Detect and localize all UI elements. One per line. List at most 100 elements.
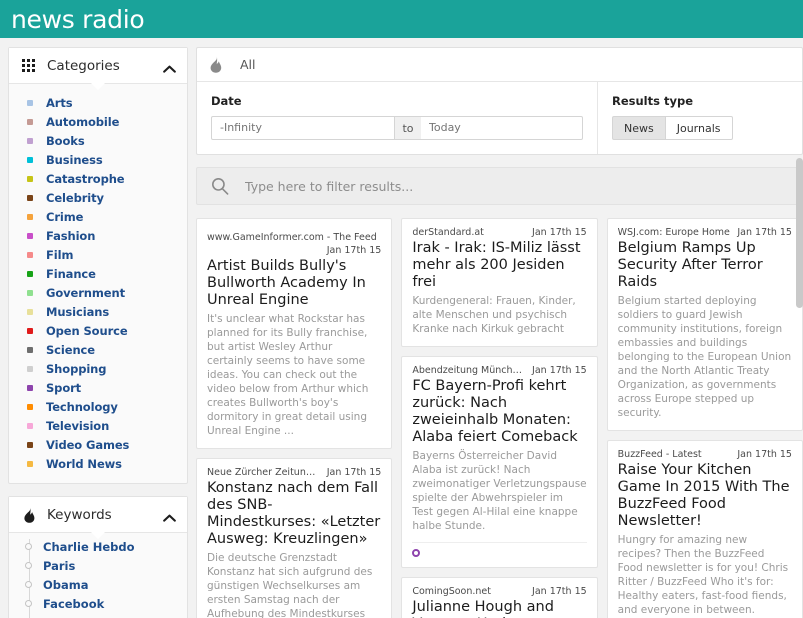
result-card-meta: derStandard.atJan 17th 15 [412,227,586,238]
app-brand[interactable]: news radio [11,7,144,32]
keyword-item[interactable]: Boko Haram [9,613,187,618]
category-item[interactable]: Television [9,416,187,435]
category-label: Automobile [46,115,119,129]
result-card-title[interactable]: Julianne Hough and Vanessa Hudgens to St… [412,599,586,618]
category-item[interactable]: Arts [9,93,187,112]
result-card[interactable]: derStandard.atJan 17th 15 Irak - Irak: IS… [401,218,597,347]
category-color-dot [27,252,33,258]
keywords-panel-header[interactable]: Keywords [9,497,187,533]
category-item[interactable]: Film [9,245,187,264]
result-card-title[interactable]: Konstanz nach dem Fall des SNB-Mindestku… [207,480,381,548]
result-card-category-tag[interactable] [412,549,420,557]
filter-scope-row[interactable]: All [197,48,802,82]
result-card[interactable]: Neue Zürcher Zeitung - StartseiteJan 17t… [196,458,392,618]
keyword-item[interactable]: Charlie Hebdo [9,537,187,556]
sidebar: Categories Arts Automobile Books BusinessCa… [0,38,196,618]
page-scrollbar-thumb[interactable] [796,158,803,308]
category-color-dot [27,442,33,448]
app-root: news radio Categories [0,0,803,618]
category-color-dot [27,423,33,429]
category-item[interactable]: Celebrity [9,188,187,207]
results-type-news-button[interactable]: News [612,116,666,140]
results-type-filter: Results type News Journals [598,82,802,154]
keyword-bullet-icon [25,562,32,569]
result-card-title[interactable]: FC Bayern-Profi kehrt zurück: Nach zweie… [412,378,586,446]
filter-scope-label: All [240,57,256,72]
keywords-panel: Keywords Charlie HebdoParis Obama Facebook… [8,496,188,618]
category-color-dot [27,309,33,315]
category-label: Books [46,134,85,148]
category-color-dot [27,176,33,182]
date-from-input[interactable] [211,116,395,140]
keyword-item[interactable]: Paris [9,556,187,575]
category-label: Television [46,419,109,433]
result-card-title[interactable]: Irak - Irak: IS-Miliz lässt mehr als 200… [412,240,586,291]
category-label: Open Source [46,324,128,338]
date-to-input[interactable] [421,116,583,140]
category-item[interactable]: Sport [9,378,187,397]
result-card[interactable]: Abendzeitung München - NewsJan 17th 15FC… [401,356,597,568]
category-item[interactable]: Finance [9,264,187,283]
result-card-title[interactable]: Artist Builds Bully's Bullworth Academy … [207,258,381,309]
category-item[interactable]: Shopping [9,359,187,378]
keyword-item[interactable]: Obama [9,575,187,594]
result-card-meta: ComingSoon.netJan 17th 15 [412,586,586,597]
search-bar[interactable] [196,167,803,205]
keyword-label: Facebook [43,597,104,611]
results-type-buttongroup: News Journals [612,116,733,140]
category-item[interactable]: Government [9,283,187,302]
result-card-source: www.GameInformer.com - The Feed [207,232,377,243]
results-type-journals-button[interactable]: Journals [666,116,733,140]
category-color-dot [27,214,33,220]
result-card[interactable]: BuzzFeed - Latest Jan 17th 15 Raise Your K… [607,440,803,618]
categories-panel-header[interactable]: Categories [9,48,187,84]
result-card-meta: BuzzFeed - Latest Jan 17th 15 [618,449,792,460]
category-label: Fashion [46,229,95,243]
category-color-dot [27,195,33,201]
result-card-source: ComingSoon.net [412,586,491,597]
category-item[interactable]: Crime [9,207,187,226]
category-item[interactable]: Video Games [9,435,187,454]
category-color-dot [27,138,33,144]
categories-panel-title: Categories [47,58,163,74]
category-item[interactable]: Business [9,150,187,169]
category-item[interactable]: Books [9,131,187,150]
result-card[interactable]: ComingSoon.netJan 17th 15 Julianne Hough … [401,577,597,618]
category-item[interactable]: Technology [9,397,187,416]
app-header: news radio [0,0,803,38]
category-item[interactable]: Catastrophe [9,169,187,188]
result-card-date: Jan 17th 15 [737,449,792,460]
category-item[interactable]: Musicians [9,302,187,321]
result-card-source: WSJ.com: Europe Home [618,227,730,238]
chevron-up-icon[interactable] [163,510,176,519]
category-item[interactable]: Open Source [9,321,187,340]
filter-columns: Date to Results type News Journals [197,82,802,154]
result-card-title[interactable]: Belgium Ramps Up Security After Terror R… [618,240,792,291]
result-card[interactable]: www.GameInformer.com - The Feed Jan 17th … [196,218,392,449]
category-color-dot [27,404,33,410]
result-card-source: BuzzFeed - Latest [618,449,702,460]
keyword-label: Obama [43,578,89,592]
result-card-date: Jan 17th 15 [532,227,587,238]
results-column: derStandard.atJan 17th 15 Irak - Irak: IS… [401,218,597,618]
keyword-bullet-icon [25,543,32,550]
category-item[interactable]: Fashion [9,226,187,245]
categories-list: Arts Automobile Books BusinessCatastropheCe… [9,84,187,483]
category-color-dot [27,100,33,106]
result-card-source: Abendzeitung München - News [412,365,526,376]
result-card-title[interactable]: Raise Your Kitchen Game In 2015 With The… [618,462,792,530]
category-label: Technology [46,400,118,414]
result-card-summary: It's unclear what Rockstar has planned f… [207,312,381,438]
category-label: Shopping [46,362,106,376]
keyword-item[interactable]: Facebook [9,594,187,613]
page-scrollbar[interactable] [796,38,803,618]
category-item[interactable]: Science [9,340,187,359]
category-item[interactable]: Automobile [9,112,187,131]
category-color-dot [27,385,33,391]
result-card[interactable]: WSJ.com: Europe HomeJan 17th 15Belgium R… [607,218,803,431]
result-card-date: Jan 17th 15 [207,245,381,256]
chevron-up-icon[interactable] [163,61,176,70]
search-input[interactable] [243,178,788,195]
category-item[interactable]: World News [9,454,187,473]
category-label: Science [46,343,95,357]
